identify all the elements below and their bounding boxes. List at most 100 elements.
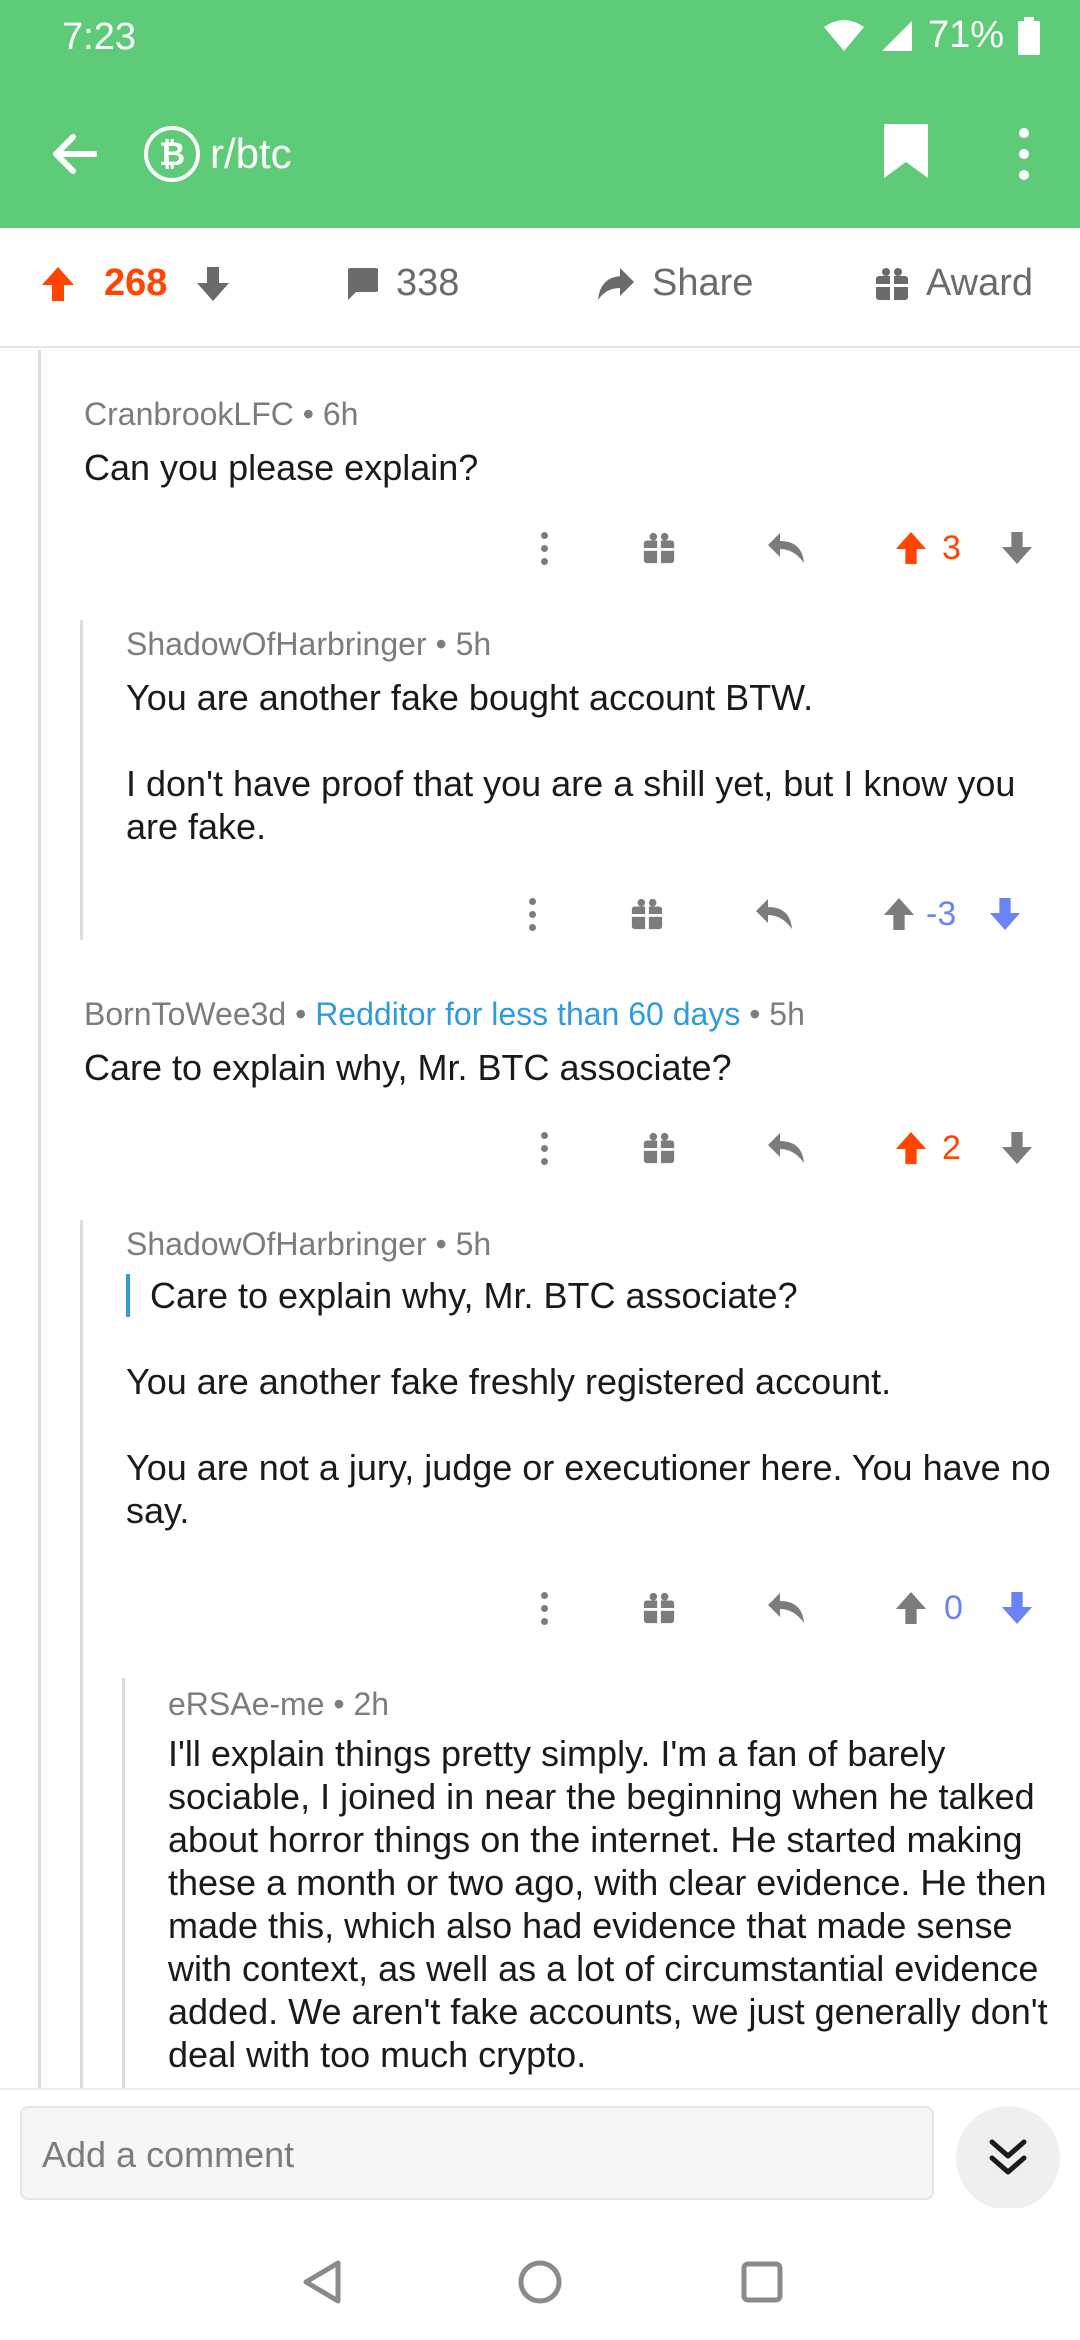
award-button[interactable]: Award	[874, 262, 1033, 305]
subreddit-name: r/btc	[210, 130, 292, 177]
nav-recents-icon	[741, 2261, 783, 2303]
thread-rail	[80, 620, 83, 940]
more-vertical-icon	[540, 1131, 548, 1139]
app-bar: ₿ r/btc	[0, 108, 1080, 198]
gift-icon	[631, 898, 663, 930]
battery-percent: 71%	[927, 14, 1004, 56]
comment-more-button[interactable]	[534, 1120, 554, 1176]
quote-block: Care to explain why, Mr. BTC associate?	[126, 1274, 1066, 1317]
subreddit-link[interactable]: ₿ r/btc	[144, 126, 292, 182]
comment-more-button[interactable]	[522, 886, 542, 942]
comment-downvote-button[interactable]	[1000, 1580, 1034, 1636]
more-vertical-icon	[540, 1591, 548, 1599]
comment-author[interactable]: ShadowOfHarbringer	[126, 1226, 427, 1262]
reply-icon	[768, 533, 804, 563]
nav-home-button[interactable]	[510, 2252, 570, 2312]
comment-downvote-button[interactable]	[1000, 1120, 1034, 1176]
gift-icon	[643, 1592, 675, 1624]
comment-text: Can you please explain?	[84, 447, 479, 488]
downvote-arrow-icon	[989, 897, 1021, 931]
comment-text: You are another fake freshly registered …	[126, 1361, 892, 1402]
comment-reply-button[interactable]	[766, 520, 806, 576]
comment-text: I'll explain things pretty simply. I'm a…	[168, 1733, 1048, 2075]
downvote-arrow-icon[interactable]	[195, 265, 231, 303]
more-vertical-icon	[540, 531, 548, 539]
comment-author[interactable]: ShadowOfHarbringer	[126, 626, 427, 662]
nav-back-button[interactable]	[292, 2252, 352, 2312]
comment-author[interactable]: CranbrookLFC	[84, 396, 294, 432]
comment-score: 2	[942, 1128, 961, 1167]
upvote-arrow-icon	[895, 1131, 927, 1165]
comment-body: Care to explain why, Mr. BTC associate?	[84, 1046, 1044, 1089]
comment-actions: 0	[510, 1580, 1050, 1636]
comment-reply-button[interactable]	[766, 1580, 806, 1636]
nav-recents-button[interactable]	[732, 2252, 792, 2312]
comment-age: 2h	[353, 1686, 390, 1722]
comment-upvote-button[interactable]	[894, 1120, 928, 1176]
back-arrow-icon	[53, 134, 97, 174]
battery-icon	[1018, 16, 1040, 55]
more-options-button[interactable]	[1004, 122, 1044, 186]
app-header: 7:23 71% ₿ r/btc	[0, 0, 1080, 228]
nav-back-icon	[303, 2260, 341, 2304]
upvote-arrow-icon	[895, 1591, 927, 1625]
comment-actions: -3	[498, 886, 1038, 942]
comment-reply-button[interactable]	[754, 886, 794, 942]
comment-award-button[interactable]	[642, 1580, 676, 1636]
comment-upvote-button[interactable]	[894, 520, 928, 576]
thread-rail	[80, 1220, 83, 2088]
upvote-arrow-icon[interactable]	[40, 265, 76, 303]
comment-composer: Add a comment	[0, 2088, 1080, 2210]
add-comment-input[interactable]: Add a comment	[20, 2106, 934, 2200]
comments-button[interactable]: 338	[344, 262, 459, 305]
comment-downvote-button[interactable]	[1000, 520, 1034, 576]
nav-home-icon	[518, 2260, 562, 2304]
bitcoin-icon: ₿	[144, 126, 200, 182]
comment-award-button[interactable]	[630, 886, 664, 942]
downvote-arrow-icon	[1001, 1591, 1033, 1625]
comment-upvote-button[interactable]	[894, 1580, 928, 1636]
more-vertical-icon	[1019, 128, 1029, 138]
gift-icon	[643, 1132, 675, 1164]
comment-award-button[interactable]	[642, 1120, 676, 1176]
chevron-double-down-icon	[989, 2139, 1027, 2175]
share-arrow-icon	[598, 267, 634, 300]
comment-body: Can you please explain?	[84, 446, 1044, 489]
comment-award-button[interactable]	[642, 520, 676, 576]
thread-rail	[122, 1678, 125, 2088]
downvote-arrow-icon	[1001, 531, 1033, 565]
comment-meta: BornToWee3d • Redditor for less than 60 …	[84, 996, 805, 1032]
gift-icon	[643, 532, 675, 564]
reply-icon	[768, 1593, 804, 1623]
downvote-arrow-icon	[1001, 1131, 1033, 1165]
upvote-arrow-icon	[895, 531, 927, 565]
comment-text: Care to explain why, Mr. BTC associate?	[84, 1047, 732, 1088]
comment-reply-button[interactable]	[766, 1120, 806, 1176]
comment-bubble-icon	[348, 267, 378, 300]
comment-author[interactable]: BornToWee3d	[84, 996, 286, 1032]
comment-downvote-button[interactable]	[988, 886, 1022, 942]
comment-more-button[interactable]	[534, 520, 554, 576]
comment-actions: 3	[510, 520, 1050, 576]
comment-text: I don't have proof that you are a shill …	[126, 763, 1016, 847]
comment-actions: 2	[510, 1120, 1050, 1176]
jump-to-next-button[interactable]	[956, 2106, 1060, 2210]
comment-score: -3	[926, 894, 957, 933]
comment-upvote-button[interactable]	[882, 886, 916, 942]
share-button[interactable]: Share	[596, 262, 753, 305]
comment-more-button[interactable]	[534, 1580, 554, 1636]
share-label: Share	[652, 262, 754, 304]
post-score: 268	[104, 262, 168, 304]
comment-author[interactable]: eRSAe-me	[168, 1686, 325, 1722]
thread-rail	[38, 350, 41, 2088]
comment-body: I'll explain things pretty simply. I'm a…	[168, 1732, 1068, 2076]
bookmark-button[interactable]	[882, 122, 942, 186]
comment-age: 5h	[455, 1226, 492, 1262]
system-nav-bar	[0, 2208, 1080, 2340]
comment-meta: ShadowOfHarbringer • 5h	[126, 626, 492, 662]
back-button[interactable]	[44, 124, 104, 184]
comment-age: 6h	[322, 396, 359, 432]
award-label: Award	[926, 262, 1034, 304]
comment-age: 5h	[455, 626, 492, 662]
post-action-bar: 268 338 Share Award	[0, 228, 1080, 348]
